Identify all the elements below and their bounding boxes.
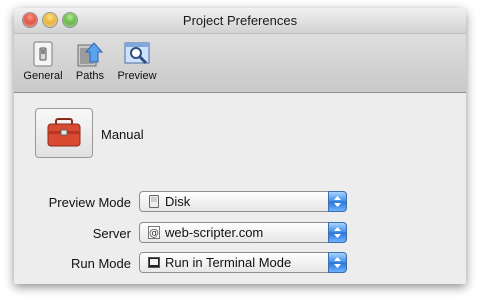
toolbox-icon [47,118,81,147]
terminal-icon [148,256,160,269]
disk-icon [148,195,160,208]
manual-icon-well[interactable] [35,108,93,158]
paths-folder-arrow-icon [76,40,104,68]
popup-arrows-icon [328,252,347,273]
svg-text:@: @ [149,228,159,239]
title-bar[interactable]: Project Preferences [14,8,466,34]
toolbar-item-general[interactable]: General [18,36,68,90]
run-mode-value: Run in Terminal Mode [165,255,292,270]
toolbar-item-paths[interactable]: Paths [65,36,115,90]
preview-magnifier-icon [123,40,151,68]
toolbar-item-label: Paths [75,70,105,82]
popup-arrows-icon [328,222,347,243]
general-switch-icon [29,40,57,68]
server-popup[interactable]: @ web-scripter.com [139,222,347,243]
toolbar-item-label: Preview [117,70,157,82]
toolbar-item-label: General [23,70,63,82]
toolbar-item-preview[interactable]: Preview [112,36,162,90]
server-label: Server [92,226,131,241]
toolbar: General Paths Preview [14,34,466,93]
preferences-content: Manual Preview Mode Disk Server @ web-sc… [14,93,466,284]
preview-mode-label: Preview Mode [48,195,131,210]
popup-arrows-icon [328,191,347,212]
preview-mode-popup[interactable]: Disk [139,191,347,212]
run-mode-label: Run Mode [71,256,131,271]
manual-label: Manual [101,127,144,142]
server-value: web-scripter.com [165,225,264,240]
run-mode-popup[interactable]: Run in Terminal Mode [139,252,347,273]
window-title: Project Preferences [182,13,298,28]
preview-mode-value: Disk [165,194,191,209]
at-sign-icon: @ [148,226,160,239]
preferences-window: Project Preferences General Paths Previe… [14,8,466,284]
